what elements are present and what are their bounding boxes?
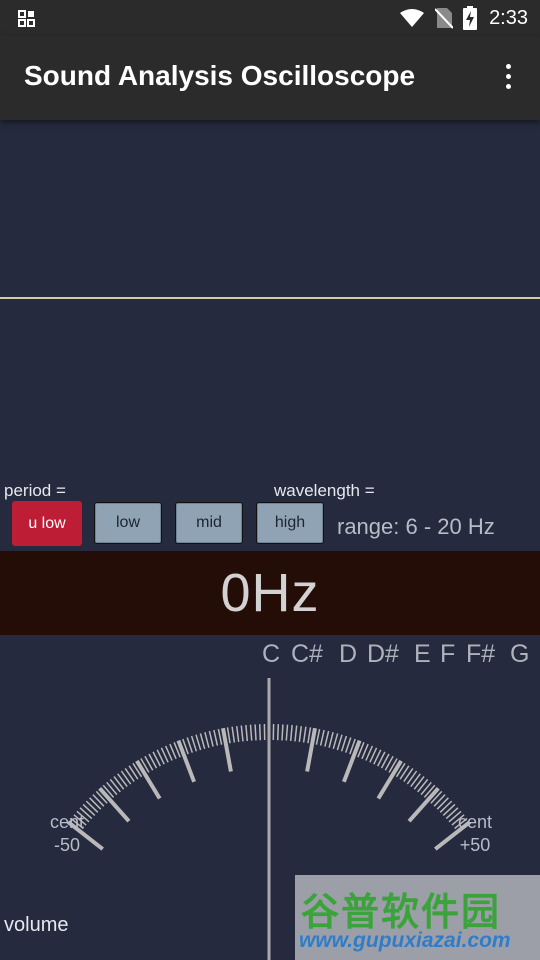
notification-grid-icon — [18, 10, 35, 27]
gauge-minor-tick — [120, 770, 132, 785]
gauge-minor-tick — [186, 737, 194, 753]
range-button-high[interactable]: high — [256, 502, 324, 544]
gauge-minor-tick — [307, 727, 312, 744]
gauge-minor-tick — [190, 735, 198, 752]
gauge-minor-tick — [436, 797, 449, 810]
note-label: E — [414, 640, 431, 668]
gauge-minor-tick — [417, 778, 429, 793]
watermark-url: www.gupuxiazai.com — [299, 929, 511, 952]
gauge-minor-tick — [240, 725, 244, 742]
gauge-minor-tick — [89, 797, 102, 810]
app-title: Sound Analysis Oscilloscope — [24, 60, 416, 91]
cent-max-label: cent +50 — [445, 811, 505, 857]
gauge-minor-tick — [199, 733, 206, 750]
gauge-minor-tick — [344, 737, 352, 753]
gauge-minor-tick — [117, 773, 128, 788]
range-text: range: 6 - 20 Hz — [337, 514, 495, 539]
overflow-menu-icon[interactable] — [500, 64, 516, 94]
gauge-major-tick — [221, 727, 233, 772]
gauge-minor-tick — [113, 776, 125, 790]
oscilloscope-view — [0, 120, 540, 476]
note-label: G — [510, 640, 530, 668]
gauge-minor-tick — [208, 730, 214, 747]
battery-charging-icon — [463, 6, 478, 30]
gauge-minor-tick — [289, 724, 293, 742]
cent-min-label: cent -50 — [37, 811, 97, 857]
gauge-minor-tick — [285, 724, 289, 741]
cent-min-value: -50 — [53, 835, 80, 855]
gauge-minor-tick — [413, 776, 425, 790]
status-time: 2:33 — [489, 6, 528, 29]
gauge-minor-tick — [217, 728, 223, 745]
gauge-minor-tick — [231, 726, 236, 743]
frequency-display: 0Hz — [0, 551, 540, 635]
gauge-minor-tick — [258, 724, 262, 741]
volume-label: volume — [4, 914, 69, 936]
gauge-minor-tick — [213, 729, 219, 746]
gauge-minor-tick — [324, 730, 330, 747]
range-button-low[interactable]: low — [94, 502, 162, 544]
gauge-minor-tick — [109, 778, 121, 793]
range-button-u-low[interactable]: u low — [12, 501, 82, 546]
gauge-minor-tick — [315, 728, 321, 745]
gauge-minor-tick — [276, 724, 280, 741]
gauge-minor-tick — [336, 734, 343, 751]
gauge-minor-tick — [332, 733, 339, 750]
gauge-minor-tick — [420, 781, 432, 796]
gauge-minor-tick — [281, 724, 284, 741]
note-label: C — [262, 640, 281, 668]
gauge-minor-tick — [298, 726, 303, 742]
gauge-minor-tick — [254, 724, 257, 741]
gauge-major-tick — [98, 786, 131, 823]
status-bar: 2:33 — [0, 0, 540, 36]
gauge-major-tick — [305, 727, 317, 772]
gauge-minor-tick — [92, 794, 105, 807]
gauge-minor-tick — [302, 726, 307, 743]
gauge-minor-tick — [249, 724, 253, 741]
gauge-minor-tick — [235, 726, 240, 742]
gauge-minor-tick — [328, 732, 334, 748]
gauge-major-tick — [407, 786, 440, 823]
note-label: D# — [367, 640, 399, 668]
watermark-brand: 谷普软件园 — [301, 890, 502, 934]
frequency-value: 0Hz — [220, 563, 320, 623]
wifi-icon — [400, 9, 425, 27]
gauge-minor-tick — [410, 773, 421, 788]
gauge-minor-tick — [226, 727, 231, 744]
gauge-minor-tick — [433, 794, 446, 807]
app-bar: Sound Analysis Oscilloscope — [0, 36, 540, 120]
watermark-logo: 谷普软件园 www.gupuxiazai.com — [295, 875, 540, 960]
cent-label: cent — [457, 812, 493, 832]
no-sim-icon — [435, 8, 454, 29]
gauge-minor-tick — [406, 770, 418, 785]
gauge-minor-tick — [294, 725, 298, 742]
gauge-minor-tick — [340, 735, 348, 752]
gauge-minor-tick — [319, 729, 325, 746]
range-button-mid[interactable]: mid — [175, 502, 243, 544]
period-label: period = — [4, 481, 66, 500]
gauge-minor-tick — [106, 781, 118, 796]
cent-max-value: +50 — [459, 835, 491, 855]
note-label: D — [339, 640, 358, 668]
note-label: F — [440, 640, 456, 668]
note-label: F# — [466, 640, 496, 668]
cent-label: cent — [49, 812, 85, 832]
gauge-minor-tick — [204, 732, 210, 748]
note-label: C# — [291, 640, 323, 668]
note-scale: C C# D D# E F F# G — [0, 640, 540, 674]
gauge-minor-tick — [245, 724, 249, 742]
wavelength-label: wavelength = — [274, 481, 375, 500]
gauge-minor-tick — [195, 734, 202, 751]
waveform-trace — [0, 297, 540, 299]
